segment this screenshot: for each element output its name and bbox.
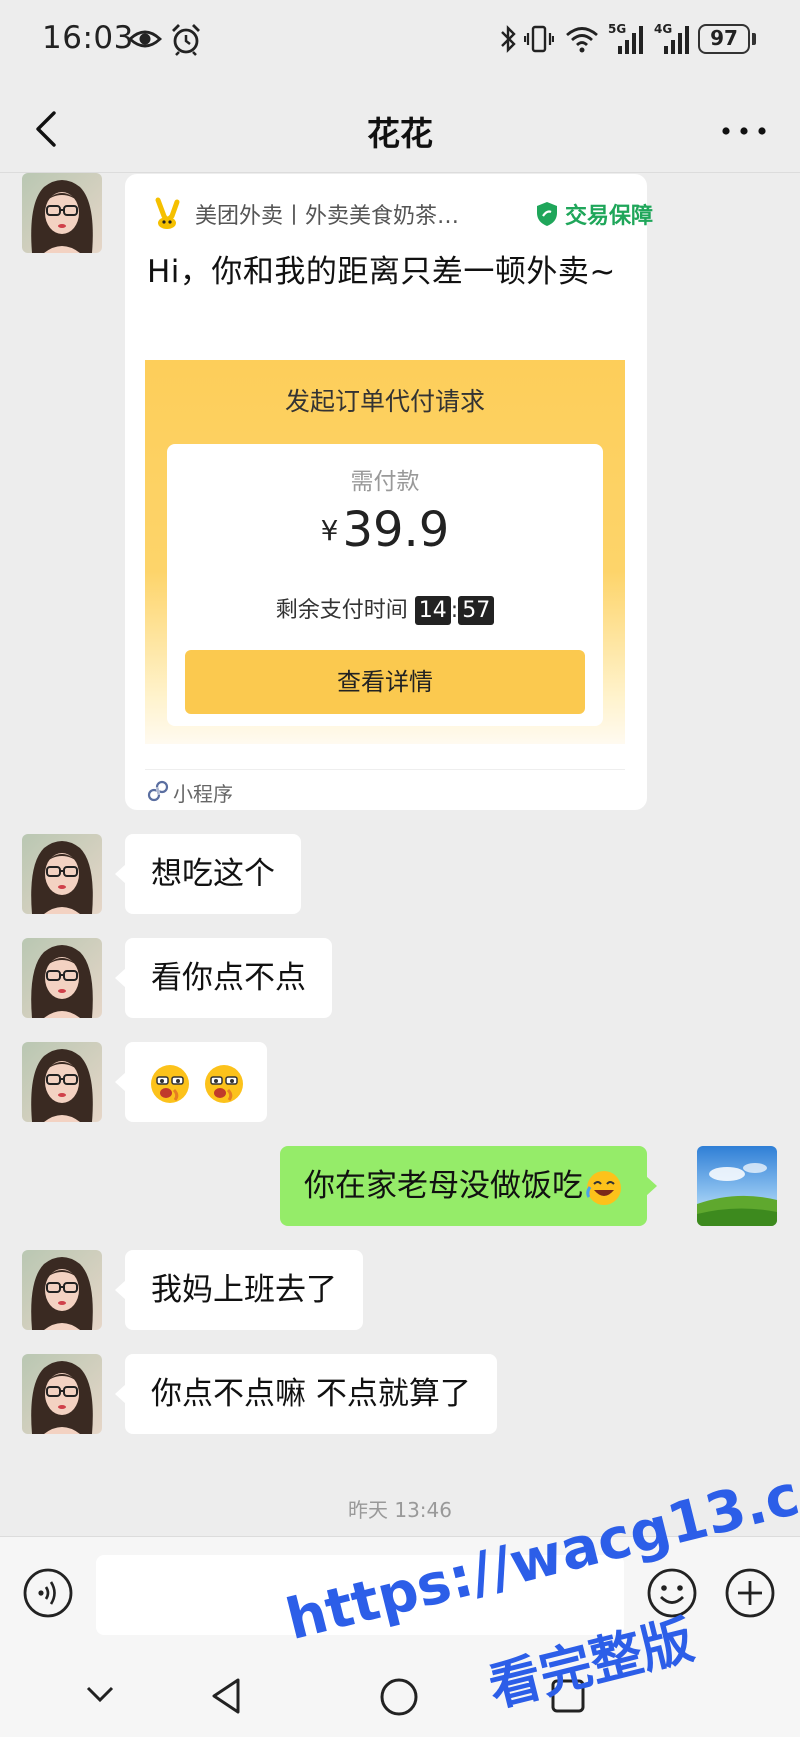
wifi-icon: [566, 27, 598, 53]
signal-5g-icon: 5G: [608, 22, 646, 56]
timer-seconds: 57: [458, 596, 495, 625]
card-message: Hi，你和我的距离只差一顿外卖~: [147, 254, 616, 290]
nav-recent-icon[interactable]: [548, 1676, 588, 1716]
status-time: 16:03: [42, 20, 134, 56]
chat-title: 花花: [367, 114, 433, 153]
signal-4g-icon: 4G: [654, 22, 692, 56]
shield-icon: [537, 202, 557, 226]
mini-program-icon: [147, 780, 169, 802]
bubble-tail: [115, 1384, 126, 1404]
promo-title: 发起订单代付请求: [284, 387, 485, 416]
contact-avatar[interactable]: [22, 1250, 102, 1330]
drooling-face-emoji-icon: [151, 1064, 189, 1103]
message-text: 想吃这个: [151, 856, 275, 892]
card-header: 美团外卖丨外卖美食奶茶… 交易保障: [150, 196, 653, 232]
message-text: 我妈上班去了: [151, 1272, 337, 1308]
alarm-icon: [172, 24, 200, 56]
laughing-tears-emoji-icon: [586, 1170, 621, 1205]
amount-value: 39.9: [342, 502, 450, 558]
my-avatar[interactable]: [697, 1146, 777, 1226]
meituan-logo-icon: [150, 196, 184, 232]
card-divider: [145, 769, 625, 770]
drooling-face-emoji-icon: [204, 1064, 243, 1103]
timer-minutes: 14: [414, 596, 451, 625]
nav-down-icon[interactable]: [82, 1676, 118, 1712]
card-source: 美团外卖丨外卖美食奶茶…: [195, 204, 460, 229]
bubble-tail: [115, 968, 126, 988]
nav-home-icon[interactable]: [378, 1676, 420, 1718]
vibrate-icon: [524, 25, 554, 53]
status-bar: 16:03 5G 4G 97: [0, 0, 800, 80]
battery-tip: [752, 33, 756, 45]
bubble-tail: [115, 1072, 126, 1092]
message-bubble[interactable]: 你点不点嘛 不点就算了: [115, 1354, 497, 1434]
pay-amount: ¥39.9: [167, 502, 603, 558]
pay-box: 需付款 ¥39.9 剩余支付时间 14:57 查看详情: [167, 444, 603, 726]
bubble-tail: [115, 1280, 126, 1300]
more-icon[interactable]: [716, 111, 772, 151]
contact-avatar[interactable]: [22, 834, 102, 914]
pay-request-panel: 发起订单代付请求 需付款 ¥39.9 剩余支付时间 14:57 查看详情: [145, 360, 625, 744]
plus-icon[interactable]: [724, 1567, 776, 1619]
bubble-tail: [115, 864, 126, 884]
bluetooth-icon: [501, 25, 516, 53]
battery-indicator: 97: [698, 24, 750, 54]
eye-icon: [128, 30, 162, 48]
chat-header: 花花: [0, 85, 800, 173]
contact-avatar[interactable]: [22, 938, 102, 1018]
bubble-tail: [646, 1176, 657, 1196]
system-nav-bar: [0, 1656, 800, 1737]
contact-avatar[interactable]: [22, 1042, 102, 1122]
nav-back-icon[interactable]: [208, 1676, 248, 1716]
timer-separator: :: [450, 598, 459, 623]
view-details-button[interactable]: 查看详情: [185, 650, 585, 714]
currency-symbol: ¥: [320, 514, 339, 547]
mini-program-label: 小程序: [173, 782, 233, 806]
timer-label: 剩余支付时间: [275, 598, 408, 623]
voice-icon[interactable]: [22, 1567, 74, 1619]
meituan-pay-card[interactable]: 美团外卖丨外卖美食奶茶… 交易保障 Hi，你和我的距离只差一顿外卖~ 发起订单代…: [125, 174, 653, 810]
guarantee-label: 交易保障: [565, 204, 654, 229]
contact-avatar[interactable]: [22, 173, 102, 253]
message-bubble[interactable]: 看你点不点: [115, 938, 332, 1018]
message-bubble[interactable]: 我妈上班去了: [115, 1250, 363, 1330]
emoji-message-bubble[interactable]: [115, 1042, 267, 1122]
outgoing-message-bubble[interactable]: 你在家老母没做饭吃: [280, 1146, 657, 1226]
message-bubble[interactable]: 想吃这个: [115, 834, 301, 914]
input-bar: [0, 1536, 800, 1656]
message-text: 看你点不点: [151, 960, 306, 996]
message-text: 你在家老母没做饭吃: [304, 1168, 583, 1204]
contact-avatar[interactable]: [22, 1354, 102, 1434]
pay-label: 需付款: [350, 469, 420, 495]
chat-screen: 16:03 5G 4G 97 花花 美团外卖丨外卖美食奶茶… 交易保障 Hi，你…: [0, 0, 800, 1737]
message-timestamp: 昨天 13:46: [348, 1498, 452, 1522]
message-text: 你点不点嘛 不点就算了: [151, 1376, 471, 1412]
emoji-icon[interactable]: [646, 1567, 698, 1619]
message-input[interactable]: [96, 1555, 624, 1635]
countdown: 剩余支付时间 14:57: [167, 592, 603, 625]
